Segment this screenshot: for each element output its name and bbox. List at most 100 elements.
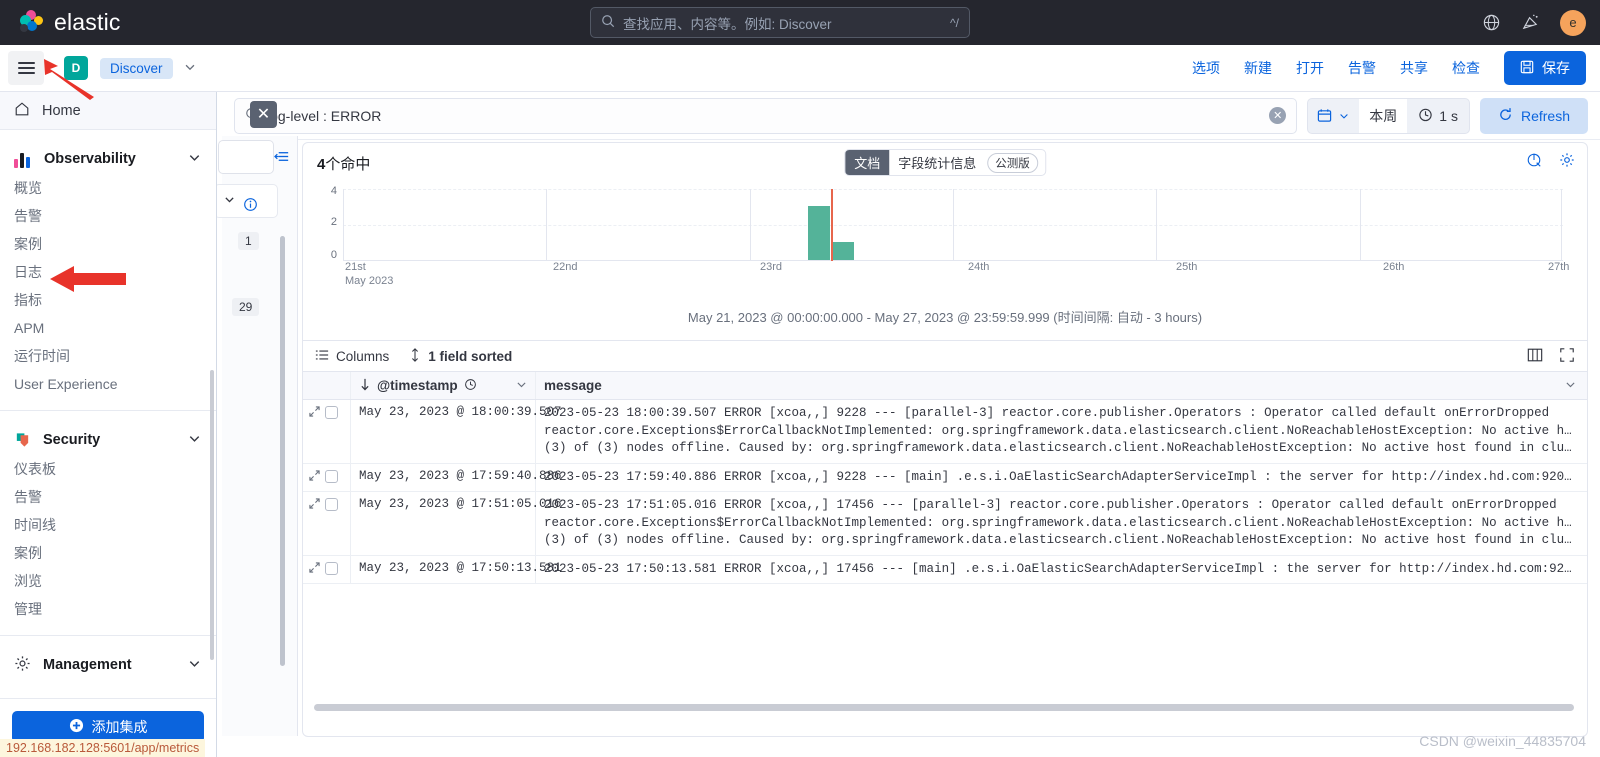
sidebar-item-dashboards[interactable]: 仪表板	[0, 455, 216, 483]
sidebar-group-header-observability[interactable]: Observability	[0, 144, 216, 174]
grid-display-actions	[1527, 347, 1575, 366]
refresh-button[interactable]: Refresh	[1479, 97, 1588, 134]
grid-horizontal-scrollbar[interactable]	[314, 704, 1574, 711]
breadcrumb-discover[interactable]: Discover	[100, 57, 173, 79]
sidebar-scrollbar[interactable]	[210, 370, 214, 660]
gear-icon[interactable]	[1559, 152, 1575, 171]
sidebar-group-header-security[interactable]: Security	[0, 425, 216, 455]
histogram-bar[interactable]	[831, 242, 854, 260]
histogram-bar[interactable]	[807, 206, 831, 260]
search-shortcut-hint: ^/	[950, 15, 959, 30]
chart-options-icon[interactable]	[1526, 152, 1542, 171]
clock-icon	[1418, 107, 1433, 125]
expand-row-icon[interactable]	[309, 498, 320, 513]
calendar-icon[interactable]	[1308, 99, 1359, 133]
sidebar-item-uptime[interactable]: 运行时间	[0, 342, 216, 370]
action-open[interactable]: 打开	[1296, 58, 1324, 78]
chevron-down-icon[interactable]	[187, 431, 202, 449]
y-tick-4: 4	[330, 185, 337, 197]
field-sidebar: 1 29	[214, 136, 298, 736]
chevron-down-icon[interactable]	[1564, 378, 1577, 394]
grid-header-timestamp[interactable]: @timestamp	[351, 372, 536, 399]
columns-button[interactable]: Columns	[315, 348, 389, 365]
density-icon[interactable]	[1527, 347, 1543, 366]
query-bar: log-level : ERROR ✕ ✕ 本周 1 s Refresh	[222, 92, 1600, 140]
row-controls	[303, 400, 351, 463]
announcement-icon[interactable]	[1521, 13, 1540, 32]
tab-documents[interactable]: 文档	[845, 150, 890, 175]
index-pattern-selector[interactable]	[218, 140, 274, 174]
sidebar-item-cases[interactable]: 案例	[0, 230, 216, 258]
histogram-plot[interactable]	[343, 189, 1563, 261]
sidebar-item-apm[interactable]: APM	[0, 314, 216, 342]
action-alerts[interactable]: 告警	[1348, 58, 1376, 78]
chevron-down-icon[interactable]	[223, 193, 236, 209]
sort-button[interactable]: 1 field sorted	[409, 347, 513, 365]
chevron-down-icon[interactable]	[187, 150, 202, 168]
axis-tick	[1359, 189, 1361, 260]
sidebar-item-explore[interactable]: 浏览	[0, 567, 216, 595]
tab-field-statistics[interactable]: 字段统计信息	[889, 150, 985, 175]
sidebar-item-alerts-sec[interactable]: 告警	[0, 483, 216, 511]
action-new[interactable]: 新建	[1244, 58, 1272, 78]
axis-tick	[749, 189, 751, 260]
query-input[interactable]: log-level : ERROR ✕ ✕	[234, 97, 1298, 134]
sidebar-scroll-area: Observability 概览 告警 案例 日志 指标 APM 运行时间 Us…	[0, 130, 216, 698]
action-share[interactable]: 共享	[1400, 58, 1428, 78]
sidebar-group-header-management[interactable]: Management	[0, 650, 216, 680]
message-line: reactor.core.Exceptions$ErrorCallbackNot…	[544, 423, 1577, 438]
date-range-label[interactable]: 本周	[1359, 98, 1408, 133]
row-checkbox[interactable]	[325, 469, 338, 483]
columns-icon	[315, 348, 329, 365]
expand-row-icon[interactable]	[309, 469, 320, 485]
globe-icon[interactable]	[1482, 13, 1501, 32]
elastic-brand[interactable]: elastic	[18, 9, 121, 36]
axis-tick	[343, 189, 344, 260]
grid-header-message[interactable]: message	[536, 378, 1587, 393]
sidebar-item-user-experience[interactable]: User Experience	[0, 370, 216, 398]
sidebar-item-overview[interactable]: 概览	[0, 174, 216, 202]
chevron-down-icon[interactable]	[183, 60, 197, 77]
chevron-down-icon[interactable]	[515, 378, 528, 394]
action-inspect[interactable]: 检查	[1452, 58, 1480, 78]
sidebar-item-manage-sec[interactable]: 管理	[0, 595, 216, 623]
date-picker[interactable]: 本周 1 s	[1307, 97, 1470, 134]
sort-label: 1 field sorted	[428, 348, 513, 364]
global-search-placeholder: 查找应用、内容等。例如: Discover	[623, 16, 832, 32]
field-filter-row[interactable]	[214, 184, 278, 218]
grid-header-timestamp-label: @timestamp	[377, 378, 458, 393]
row-checkbox[interactable]	[325, 561, 338, 575]
expand-row-icon[interactable]	[309, 406, 320, 421]
row-checkbox[interactable]	[325, 498, 338, 511]
clear-query-button[interactable]: ✕	[1269, 107, 1287, 124]
table-row[interactable]: May 23, 2023 @ 17:50:13.581 2023-05-23 17…	[303, 555, 1587, 584]
collapse-sidebar-icon[interactable]	[274, 148, 291, 168]
sidebar-item-timelines[interactable]: 时间线	[0, 511, 216, 539]
sidebar-group-title: Management	[43, 657, 132, 673]
refresh-interval[interactable]: 1 s	[1407, 99, 1469, 133]
info-icon[interactable]	[243, 197, 258, 215]
close-icon[interactable]: ✕	[250, 100, 277, 128]
table-row[interactable]: May 23, 2023 @ 17:59:40.886 2023-05-23 17…	[303, 463, 1587, 492]
table-row[interactable]: May 23, 2023 @ 17:51:05.016 2023-05-23 17…	[303, 492, 1587, 556]
grid-body: May 23, 2023 @ 18:00:39.507 2023-05-23 18…	[303, 400, 1587, 584]
hits-histogram: 4 2 0 21st May 2023 22nd 23rd 24th 25th …	[317, 183, 1573, 293]
action-options[interactable]: 选项	[1192, 58, 1220, 78]
fullscreen-icon[interactable]	[1559, 347, 1575, 366]
field-list-scrollbar[interactable]	[280, 236, 285, 666]
sidebar-item-alerts[interactable]: 告警	[0, 202, 216, 230]
row-checkbox[interactable]	[325, 406, 338, 419]
table-row[interactable]: May 23, 2023 @ 18:00:39.507 2023-05-23 18…	[303, 400, 1587, 464]
grid-header-message-label: message	[544, 378, 602, 393]
grid-footer	[304, 698, 1586, 720]
annotation-arrow-logs	[50, 266, 126, 292]
save-button[interactable]: 保存	[1504, 51, 1586, 85]
expand-row-icon[interactable]	[309, 561, 320, 577]
x-tick-label: 25th	[1176, 261, 1198, 273]
sidebar-item-cases-sec[interactable]: 案例	[0, 539, 216, 567]
message-line: (3) of (3) nodes offline. Caused by: org…	[544, 441, 1577, 455]
user-avatar[interactable]: e	[1560, 9, 1586, 36]
sort-desc-icon	[359, 378, 371, 394]
chevron-down-icon[interactable]	[187, 656, 202, 674]
global-search-input[interactable]: 查找应用、内容等。例如: Discover ^/	[590, 7, 970, 38]
